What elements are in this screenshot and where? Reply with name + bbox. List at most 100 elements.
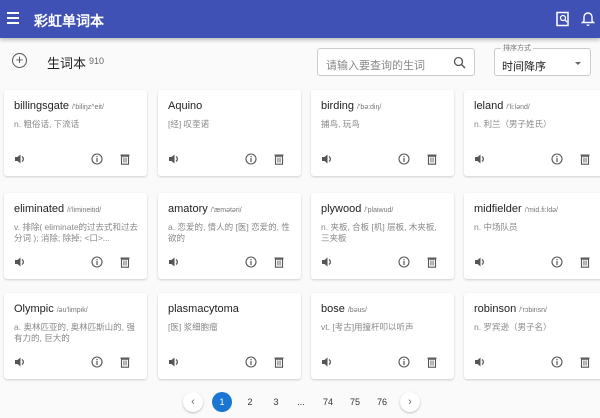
word-title: Aquino bbox=[168, 100, 205, 112]
info-icon[interactable] bbox=[398, 355, 410, 368]
search-input[interactable]: 请输入要查询的生词 bbox=[317, 48, 475, 76]
phonetic: /əu'limpik/ bbox=[56, 307, 88, 314]
speaker-icon[interactable] bbox=[168, 355, 180, 367]
info-icon[interactable] bbox=[551, 255, 563, 268]
word-title: plywood/'plaiwud/ bbox=[321, 203, 393, 215]
prev-page-button[interactable]: ‹ bbox=[183, 392, 203, 412]
delete-icon[interactable] bbox=[119, 152, 131, 165]
speaker-icon[interactable] bbox=[474, 355, 486, 367]
page-1[interactable]: 1 bbox=[212, 392, 232, 412]
delete-icon[interactable] bbox=[273, 255, 285, 268]
info-icon[interactable] bbox=[245, 152, 257, 165]
word-text: robinson bbox=[474, 303, 517, 315]
delete-icon[interactable] bbox=[273, 355, 285, 368]
phonetic: /'bə:diŋ/ bbox=[357, 104, 382, 111]
info-icon[interactable] bbox=[398, 152, 410, 165]
word-card[interactable]: leland/'li:lənd/ n. 利兰（男子姓氏） bbox=[464, 90, 600, 176]
search-placeholder: 请输入要查询的生词 bbox=[326, 60, 425, 72]
word-card[interactable]: eliminated/i'limineitid/ v. 排除( eliminat… bbox=[4, 193, 147, 279]
word-title: birding/'bə:diŋ/ bbox=[321, 100, 381, 112]
delete-icon[interactable] bbox=[426, 152, 438, 165]
word-text: leland bbox=[474, 100, 504, 112]
delete-icon[interactable] bbox=[426, 255, 438, 268]
word-text: Aquino bbox=[168, 100, 203, 112]
wordbook-label: 生词本 bbox=[47, 56, 87, 71]
notification-bell-icon[interactable] bbox=[580, 11, 596, 27]
word-card[interactable]: billingsgate/'biliŋz^eit/ n. 粗俗话, 下流话 bbox=[4, 90, 147, 176]
word-title: bose/bəus/ bbox=[321, 303, 367, 315]
word-text: bose bbox=[321, 303, 345, 315]
word-card[interactable]: plasmacytoma [医] 浆细胞瘤 bbox=[158, 293, 301, 379]
next-page-button[interactable]: › bbox=[400, 392, 420, 412]
word-card[interactable]: robinson/'rɔbinsn/ n. 罗宾逊（男子名） bbox=[464, 293, 600, 379]
menu-icon[interactable] bbox=[7, 12, 19, 24]
word-card[interactable]: bose/bəus/ vt. [考古]用撞杆叩以听声 bbox=[311, 293, 454, 379]
delete-icon[interactable] bbox=[579, 255, 591, 268]
word-meaning: a. 恋爱的, 情人的 [医] 恋爱的, 性欲的 bbox=[168, 222, 290, 243]
phonetic: /'rɔbinsn/ bbox=[519, 307, 547, 314]
info-icon[interactable] bbox=[551, 152, 563, 165]
word-card[interactable]: Olympic/əu'limpik/ a. 奥林匹亚的, 奥林匹斯山的, 强有力… bbox=[4, 293, 147, 379]
search-book-icon[interactable] bbox=[555, 11, 571, 27]
info-icon[interactable] bbox=[398, 255, 410, 268]
word-meaning: n. 罗宾逊（男子名） bbox=[474, 322, 552, 332]
page-76[interactable]: 76 bbox=[372, 392, 392, 412]
page-74[interactable]: 74 bbox=[318, 392, 338, 412]
speaker-icon[interactable] bbox=[14, 152, 26, 164]
info-icon[interactable] bbox=[91, 152, 103, 165]
word-count: 910 bbox=[89, 56, 105, 66]
phonetic: /'mid.fi:ldə/ bbox=[524, 207, 558, 214]
info-icon[interactable] bbox=[551, 355, 563, 368]
word-meaning: n. 利兰（男子姓氏） bbox=[474, 119, 552, 129]
word-meaning: 捕鸟, 玩鸟 bbox=[321, 119, 360, 129]
sort-value: 时间降序 bbox=[502, 61, 546, 73]
delete-icon[interactable] bbox=[426, 355, 438, 368]
speaker-icon[interactable] bbox=[474, 152, 486, 164]
word-card[interactable]: plywood/'plaiwud/ n. 夹板, 合板 [机] 层板, 木夹板,… bbox=[311, 193, 454, 279]
word-title: Olympic/əu'limpik/ bbox=[14, 303, 88, 315]
delete-icon[interactable] bbox=[579, 355, 591, 368]
page-ellipsis: ... bbox=[297, 397, 305, 407]
search-icon[interactable] bbox=[453, 56, 466, 69]
add-word-button[interactable]: + bbox=[12, 53, 27, 68]
word-card[interactable]: amatory/'æmətəri/ a. 恋爱的, 情人的 [医] 恋爱的, 性… bbox=[158, 193, 301, 279]
page-3[interactable]: 3 bbox=[266, 392, 286, 412]
word-text: amatory bbox=[168, 203, 208, 215]
delete-icon[interactable] bbox=[579, 152, 591, 165]
speaker-icon[interactable] bbox=[321, 255, 333, 267]
delete-icon[interactable] bbox=[273, 152, 285, 165]
word-card[interactable]: birding/'bə:diŋ/ 捕鸟, 玩鸟 bbox=[311, 90, 454, 176]
word-text: birding bbox=[321, 100, 355, 112]
app-bar: 彩虹单词本 bbox=[0, 0, 600, 38]
word-card[interactable]: Aquino [经] 叹奎诺 bbox=[158, 90, 301, 176]
info-icon[interactable] bbox=[245, 355, 257, 368]
phonetic: /'plaiwud/ bbox=[364, 207, 394, 214]
speaker-icon[interactable] bbox=[14, 255, 26, 267]
toolbar: + 生词本 910 请输入要查询的生词 排序方式 时间降序 bbox=[0, 43, 600, 80]
word-meaning: vt. [考古]用撞杆叩以听声 bbox=[321, 322, 414, 332]
delete-icon[interactable] bbox=[119, 355, 131, 368]
word-meaning: a. 奥林匹亚的, 奥林匹斯山的, 强有力的, 巨大的 bbox=[14, 322, 135, 343]
app-title: 彩虹单词本 bbox=[34, 13, 104, 29]
sort-select[interactable]: 排序方式 时间降序 bbox=[494, 43, 591, 76]
word-title: amatory/'æmətəri/ bbox=[168, 203, 242, 215]
phonetic: /'æmətəri/ bbox=[210, 207, 242, 214]
page-75[interactable]: 75 bbox=[345, 392, 365, 412]
word-card[interactable]: midfielder/'mid.fi:ldə/ n. 中场队员 bbox=[464, 193, 600, 279]
delete-icon[interactable] bbox=[119, 255, 131, 268]
speaker-icon[interactable] bbox=[321, 355, 333, 367]
speaker-icon[interactable] bbox=[321, 152, 333, 164]
word-meaning: v. 排除( eliminate的过去式和过去分词 ); 消除; 除掉; <口>… bbox=[14, 222, 139, 243]
phonetic: /i'limineitid/ bbox=[67, 207, 102, 214]
speaker-icon[interactable] bbox=[474, 255, 486, 267]
page-2[interactable]: 2 bbox=[240, 392, 260, 412]
info-icon[interactable] bbox=[245, 255, 257, 268]
speaker-icon[interactable] bbox=[168, 152, 180, 164]
word-text: plasmacytoma bbox=[168, 303, 239, 315]
pagination: ‹ 1 2 3 ... 74 75 76 › bbox=[0, 392, 600, 414]
info-icon[interactable] bbox=[91, 355, 103, 368]
sort-label: 排序方式 bbox=[501, 43, 533, 53]
info-icon[interactable] bbox=[91, 255, 103, 268]
speaker-icon[interactable] bbox=[168, 255, 180, 267]
speaker-icon[interactable] bbox=[14, 355, 26, 367]
